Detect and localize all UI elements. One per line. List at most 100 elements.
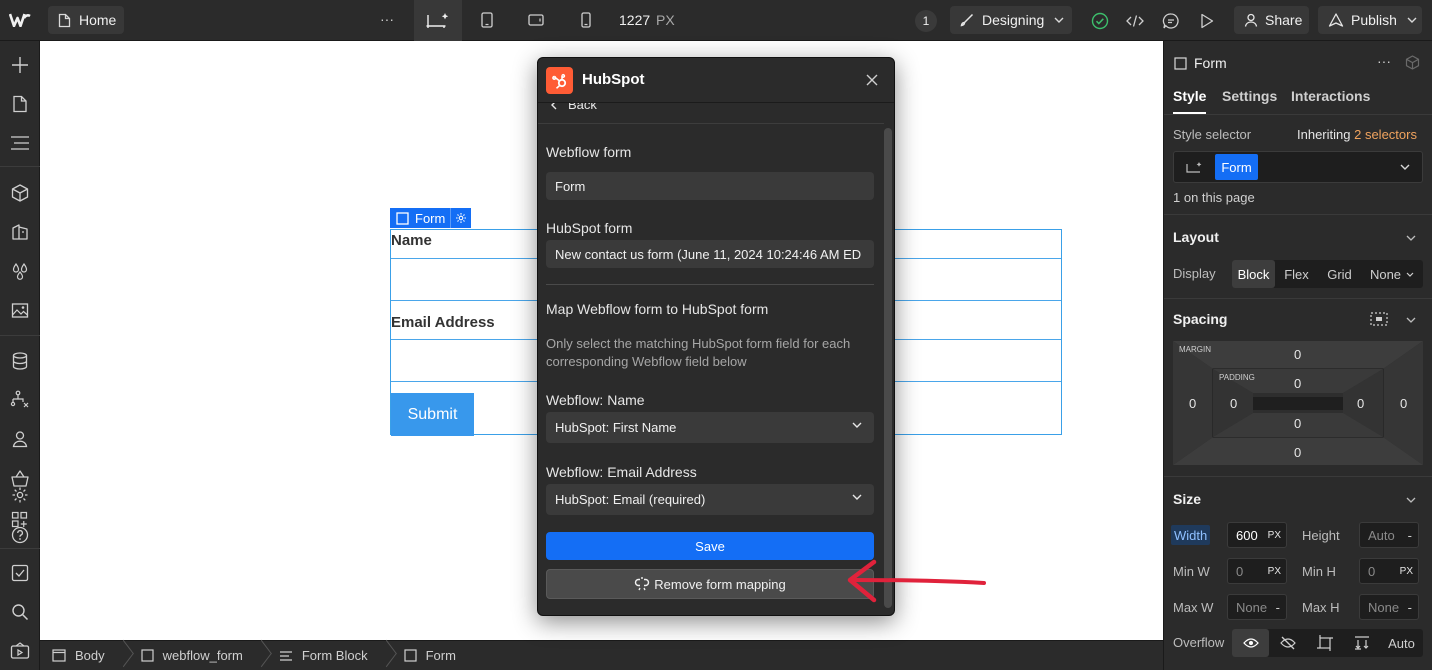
tab-interactions[interactable]: Interactions (1291, 88, 1370, 104)
inheriting-count[interactable]: 2 selectors (1354, 127, 1417, 142)
help-icon[interactable] (6, 521, 34, 549)
component-icon[interactable] (1404, 54, 1420, 70)
breakpoint-mobile-icon[interactable] (578, 11, 594, 29)
size-section-title[interactable]: Size (1173, 491, 1201, 507)
settings-gear-icon[interactable] (6, 481, 34, 509)
height-input[interactable]: Auto - (1359, 522, 1419, 548)
back-link[interactable]: Back (551, 103, 597, 112)
tab-style[interactable]: Style (1173, 88, 1206, 104)
video-tutorials-icon[interactable] (6, 637, 34, 665)
overflow-hidden-eye-off-icon[interactable] (1269, 629, 1306, 657)
min-height-unit[interactable]: PX (1400, 566, 1413, 577)
comment-icon[interactable] (1161, 11, 1181, 31)
max-width-value: None (1236, 599, 1268, 615)
field2-select[interactable]: HubSpot: Email (required) (546, 484, 874, 515)
chevron-down-icon[interactable] (1400, 164, 1410, 170)
margin-top-value[interactable]: 0 (1294, 347, 1301, 362)
audit-checkbox-icon[interactable] (6, 559, 34, 587)
overflow-visible-eye-icon[interactable] (1232, 629, 1269, 657)
height-unit[interactable]: - (1408, 528, 1412, 543)
variables-icon[interactable] (6, 257, 34, 285)
margin-left-value[interactable]: 0 (1189, 396, 1196, 411)
overflow-scroll-icon[interactable] (1306, 629, 1343, 657)
tab-settings[interactable]: Settings (1222, 88, 1277, 104)
margin-bottom-value[interactable]: 0 (1294, 445, 1301, 460)
logic-flow-icon[interactable] (6, 386, 34, 414)
inheriting-info[interactable]: Inheriting 2 selectors (1297, 127, 1417, 142)
breakpoint-desktop-icon[interactable] (414, 0, 462, 41)
padding-bottom-value[interactable]: 0 (1294, 416, 1301, 431)
padding-left-value[interactable]: 0 (1230, 396, 1237, 411)
more-options-button[interactable]: ··· (380, 11, 394, 27)
assets-icon[interactable] (6, 296, 34, 324)
users-icon[interactable] (6, 425, 34, 453)
max-width-unit[interactable]: - (1276, 600, 1280, 615)
max-width-input[interactable]: None - (1227, 594, 1287, 620)
selected-element-tag[interactable]: Form (390, 208, 471, 228)
components-icon[interactable] (6, 179, 34, 207)
min-width-unit[interactable]: PX (1268, 566, 1281, 577)
rocket-icon (1328, 12, 1344, 27)
style-selector-field[interactable]: Form (1173, 151, 1423, 183)
width-label[interactable]: Width (1171, 525, 1211, 545)
margin-right-value[interactable]: 0 (1400, 396, 1407, 411)
chevron-down-icon[interactable] (1406, 317, 1416, 323)
breakpoint-tablet-icon[interactable] (478, 11, 496, 29)
breadcrumb-item-form-block[interactable]: Form Block (267, 641, 382, 670)
padding-top-value[interactable]: 0 (1294, 376, 1301, 391)
toolbar-divider (0, 166, 40, 167)
min-height-input[interactable]: 0 PX (1359, 558, 1419, 584)
panel-more-button[interactable]: ··· (1377, 53, 1391, 69)
pages-icon[interactable] (6, 90, 34, 118)
padding-right-value[interactable]: 0 (1357, 396, 1364, 411)
spacing-section-title[interactable]: Spacing (1173, 311, 1227, 327)
search-icon[interactable] (6, 598, 34, 626)
close-icon[interactable] (864, 72, 880, 88)
navigator-icon[interactable] (6, 129, 34, 157)
breadcrumb-item-form[interactable]: Form (392, 641, 470, 670)
publish-button[interactable]: Publish (1318, 6, 1422, 34)
field1-select[interactable]: HubSpot: First Name (546, 412, 874, 443)
width-unit[interactable]: PX (1268, 530, 1281, 541)
submit-button[interactable]: Submit (391, 393, 474, 436)
chevron-down-icon[interactable] (1406, 235, 1416, 241)
mode-dropdown[interactable]: Designing (950, 6, 1072, 34)
selector-chip-form[interactable]: Form (1215, 154, 1258, 180)
display-option-none[interactable]: None (1361, 260, 1423, 288)
layout-section-title[interactable]: Layout (1173, 229, 1219, 245)
page-selector-button[interactable]: Home (48, 6, 124, 34)
remove-form-mapping-button[interactable]: Remove form mapping (546, 569, 874, 599)
modal-scrollbar[interactable] (884, 128, 892, 608)
overflow-option-auto[interactable]: Auto (1380, 629, 1423, 657)
collaborators-badge[interactable]: 1 (915, 10, 937, 32)
cms-database-icon[interactable] (6, 347, 34, 375)
save-button[interactable]: Save (546, 532, 874, 560)
display-option-flex[interactable]: Flex (1275, 260, 1318, 288)
webflow-form-field[interactable]: Form (546, 172, 874, 200)
spacing-presets-icon[interactable] (1370, 311, 1388, 327)
breakpoint-landscape-icon[interactable] (526, 11, 546, 29)
max-height-input[interactable]: None - (1359, 594, 1419, 620)
webflow-logo-icon[interactable] (8, 10, 32, 30)
overflow-auto-icon[interactable] (1343, 629, 1380, 657)
code-icon[interactable] (1125, 11, 1145, 31)
margin-label: MARGIN (1179, 345, 1211, 354)
left-toolbar (0, 41, 40, 670)
display-option-block[interactable]: Block (1232, 260, 1275, 288)
min-width-input[interactable]: 0 PX (1227, 558, 1287, 584)
webflow-designer: Home ··· 1227 PX 1 Designing Share Publi… (0, 0, 1432, 670)
breadcrumb-item-body[interactable]: Body (40, 641, 119, 670)
preview-play-icon[interactable] (1197, 11, 1217, 31)
hubspot-form-field[interactable]: New contact us form (June 11, 2024 10:24… (546, 240, 874, 268)
check-circle-icon[interactable] (1090, 11, 1110, 31)
element-settings-gear-icon[interactable] (455, 212, 467, 224)
annotation-arrow-icon (847, 559, 986, 603)
add-elements-icon[interactable] (6, 51, 34, 79)
display-option-grid[interactable]: Grid (1318, 260, 1361, 288)
width-input[interactable]: 600 PX (1227, 522, 1287, 548)
chevron-down-icon[interactable] (1406, 497, 1416, 503)
breadcrumb-item-webflow-form[interactable]: webflow_form (129, 641, 257, 670)
max-height-unit[interactable]: - (1408, 600, 1412, 615)
share-button[interactable]: Share (1234, 6, 1309, 34)
style-selectors-icon[interactable] (6, 218, 34, 246)
